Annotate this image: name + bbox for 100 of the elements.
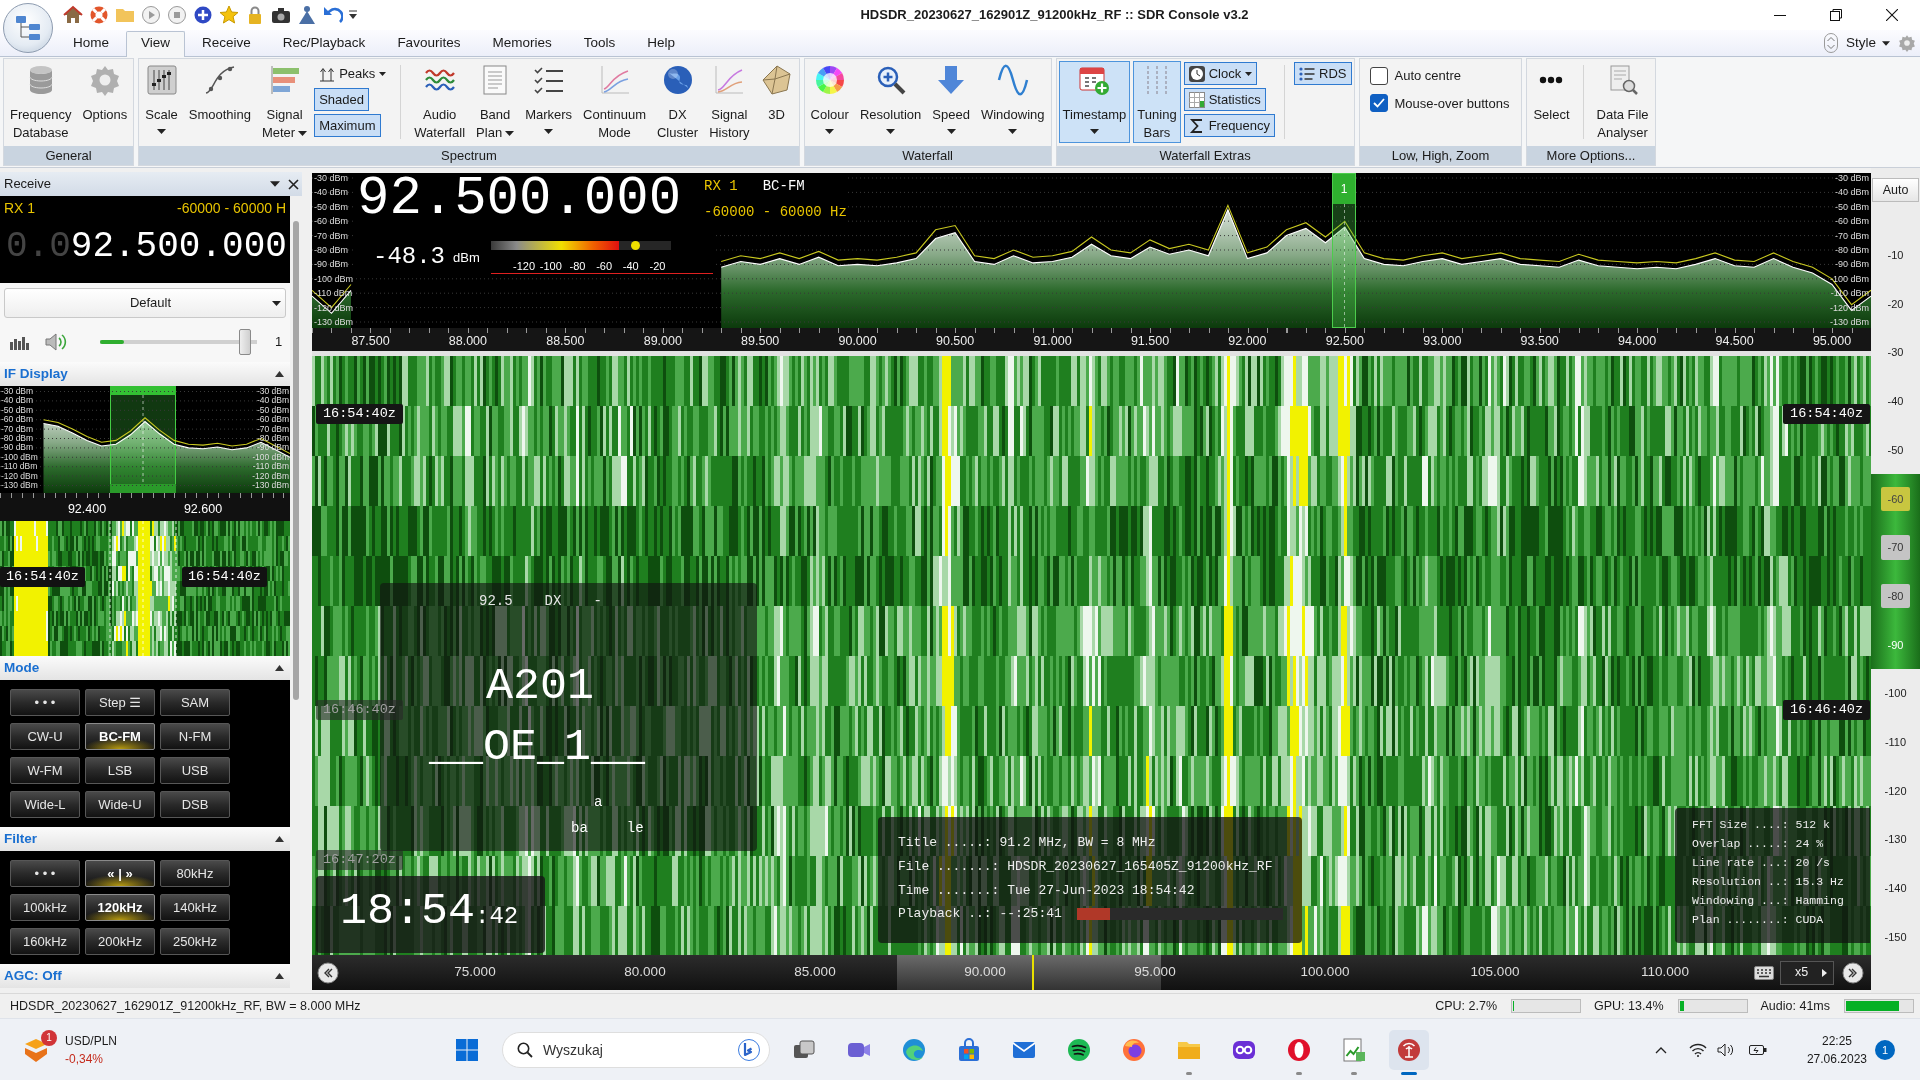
lifebuoy-icon[interactable] bbox=[89, 5, 109, 25]
swirl-icon[interactable] bbox=[901, 1038, 926, 1062]
stop-icon[interactable] bbox=[167, 5, 187, 25]
filter-button[interactable]: 120kHz bbox=[85, 894, 155, 921]
toggle-button[interactable]: Statistics bbox=[1183, 88, 1266, 111]
chart-document-icon[interactable] bbox=[1341, 1038, 1366, 1062]
ribbon-tab[interactable]: Home bbox=[58, 31, 124, 56]
search-field[interactable]: Wyszukaj bbox=[502, 1032, 770, 1068]
wifi-icon[interactable] bbox=[1688, 1043, 1707, 1057]
mode-button[interactable]: DSB bbox=[160, 791, 230, 818]
mode-button[interactable]: SAM bbox=[160, 689, 230, 716]
checkbox[interactable] bbox=[1369, 94, 1388, 113]
flame-globe-icon[interactable] bbox=[1121, 1038, 1146, 1062]
collapse-icon[interactable] bbox=[275, 973, 284, 979]
figure-icon[interactable] bbox=[297, 5, 317, 25]
arcs-circle-icon[interactable] bbox=[1066, 1038, 1091, 1062]
toggle-button[interactable]: Peaks bbox=[314, 62, 392, 85]
ribbon-tab[interactable]: Receive bbox=[187, 31, 266, 56]
collapse-icon[interactable] bbox=[275, 665, 284, 671]
mode-button[interactable]: USB bbox=[160, 757, 230, 784]
ribbon-button[interactable]: Audio Waterfall bbox=[410, 61, 470, 143]
dropdown-icon[interactable] bbox=[270, 181, 280, 187]
ribbon-tab[interactable]: Help bbox=[632, 31, 690, 56]
keyboard-icon[interactable] bbox=[1754, 965, 1774, 980]
collapse-icon[interactable] bbox=[275, 836, 284, 842]
mode-button[interactable]: Step ☰ bbox=[85, 689, 155, 716]
ribbon-tab[interactable]: Rec/Playback bbox=[267, 31, 381, 56]
filter-button[interactable]: 160kHz bbox=[10, 928, 80, 955]
level-handle[interactable]: -70 bbox=[1880, 535, 1911, 560]
filter-button[interactable]: « | » bbox=[85, 860, 155, 887]
mode-button[interactable]: Wide-U bbox=[85, 791, 155, 818]
close-icon[interactable] bbox=[1886, 9, 1898, 21]
toggle-button[interactable]: Frequency bbox=[1183, 114, 1276, 137]
ribbon-button[interactable]: DX Cluster bbox=[652, 61, 703, 143]
filter-button[interactable]: 250kHz bbox=[160, 928, 230, 955]
ribbon-button[interactable]: Resolution bbox=[855, 61, 926, 143]
slider-thumb[interactable] bbox=[239, 329, 252, 355]
mode-button[interactable]: Wide-L bbox=[10, 791, 80, 818]
auto-button[interactable]: Auto bbox=[1872, 178, 1919, 202]
radio-tower-icon[interactable] bbox=[1388, 1030, 1429, 1070]
play-icon[interactable] bbox=[141, 5, 161, 25]
layers-icon[interactable] bbox=[23, 1037, 49, 1063]
home-icon[interactable] bbox=[63, 5, 83, 25]
ribbon-tab[interactable]: Favourites bbox=[382, 31, 476, 56]
ribbon-button[interactable]: Continuum Mode bbox=[579, 61, 650, 143]
checkbox[interactable] bbox=[1369, 66, 1388, 85]
mode-button[interactable]: LSB bbox=[85, 757, 155, 784]
speaker-icon[interactable] bbox=[1716, 1043, 1735, 1057]
mode-button[interactable]: BC-FM bbox=[85, 723, 155, 750]
filter-button[interactable]: 200kHz bbox=[85, 928, 155, 955]
level-handle[interactable]: -80 bbox=[1880, 583, 1911, 609]
glasses-icon[interactable] bbox=[1231, 1038, 1256, 1062]
ribbon-button[interactable]: Options bbox=[78, 61, 132, 143]
up-down-icon[interactable] bbox=[1824, 33, 1838, 53]
star-icon[interactable] bbox=[219, 5, 239, 25]
plus-icon[interactable] bbox=[193, 5, 213, 25]
camera-icon[interactable] bbox=[271, 5, 291, 25]
ribbon-button[interactable]: Smoothing bbox=[184, 61, 255, 143]
ribbon-button[interactable]: Select bbox=[1529, 61, 1574, 143]
ribbon-button[interactable]: Timestamp bbox=[1058, 61, 1131, 143]
ribbon-tab[interactable]: View bbox=[126, 31, 186, 57]
ribbon-button[interactable]: Band Plan bbox=[472, 61, 519, 143]
mode-button[interactable]: N-FM bbox=[160, 723, 230, 750]
mode-button[interactable]: • • • bbox=[10, 689, 80, 716]
ribbon-button[interactable]: Markers bbox=[521, 61, 577, 143]
close-icon[interactable] bbox=[288, 178, 299, 190]
ribbon-button[interactable]: Speed bbox=[928, 61, 974, 143]
toggle-button[interactable]: Shaded bbox=[314, 88, 369, 111]
checkbox-label[interactable]: Mouse-over buttons bbox=[1394, 93, 1510, 113]
shopping-bag-icon[interactable] bbox=[956, 1038, 981, 1062]
filter-button[interactable]: 80kHz bbox=[160, 860, 230, 887]
ribbon-button[interactable]: Signal Meter bbox=[257, 61, 312, 143]
mode-button[interactable]: W-FM bbox=[10, 757, 80, 784]
ribbon-tab[interactable]: Memories bbox=[477, 31, 567, 56]
undo-icon[interactable] bbox=[323, 5, 343, 25]
filter-button[interactable]: 140kHz bbox=[160, 894, 230, 921]
collapse-icon[interactable] bbox=[275, 371, 284, 377]
ribbon-button[interactable]: Tuning Bars bbox=[1133, 61, 1181, 143]
mode-button[interactable]: CW-U bbox=[10, 723, 80, 750]
ribbon-tab[interactable]: Tools bbox=[568, 31, 631, 56]
battery-icon[interactable] bbox=[1748, 1044, 1767, 1056]
toggle-button[interactable]: Maximum bbox=[314, 114, 381, 137]
level-handle[interactable]: -60 bbox=[1880, 486, 1911, 512]
toggle-button[interactable]: Clock bbox=[1183, 62, 1258, 85]
ribbon-button[interactable]: Frequency Database bbox=[6, 61, 76, 143]
style-menu[interactable]: Style bbox=[1846, 32, 1890, 54]
filter-button[interactable]: 100kHz bbox=[10, 894, 80, 921]
zoom-dropdown[interactable]: x5 bbox=[1780, 960, 1834, 985]
level-bars-icon[interactable] bbox=[10, 334, 30, 350]
customize-caret-icon[interactable] bbox=[349, 10, 357, 20]
toggle-button[interactable]: RDS bbox=[1294, 62, 1352, 85]
ribbon-button[interactable]: 3D bbox=[756, 61, 797, 143]
ribbon-button[interactable]: Windowing bbox=[976, 61, 1049, 143]
scrollbar-thumb[interactable] bbox=[293, 221, 299, 700]
ribbon-button[interactable]: Signal History bbox=[705, 61, 754, 143]
ring-icon[interactable] bbox=[1286, 1038, 1311, 1062]
checkbox-label[interactable]: Auto centre bbox=[1394, 66, 1461, 86]
notification-badge[interactable]: 1 bbox=[1875, 1040, 1895, 1060]
ribbon-button[interactable]: Colour bbox=[806, 61, 853, 143]
ribbon-button[interactable]: Scale bbox=[141, 61, 182, 143]
